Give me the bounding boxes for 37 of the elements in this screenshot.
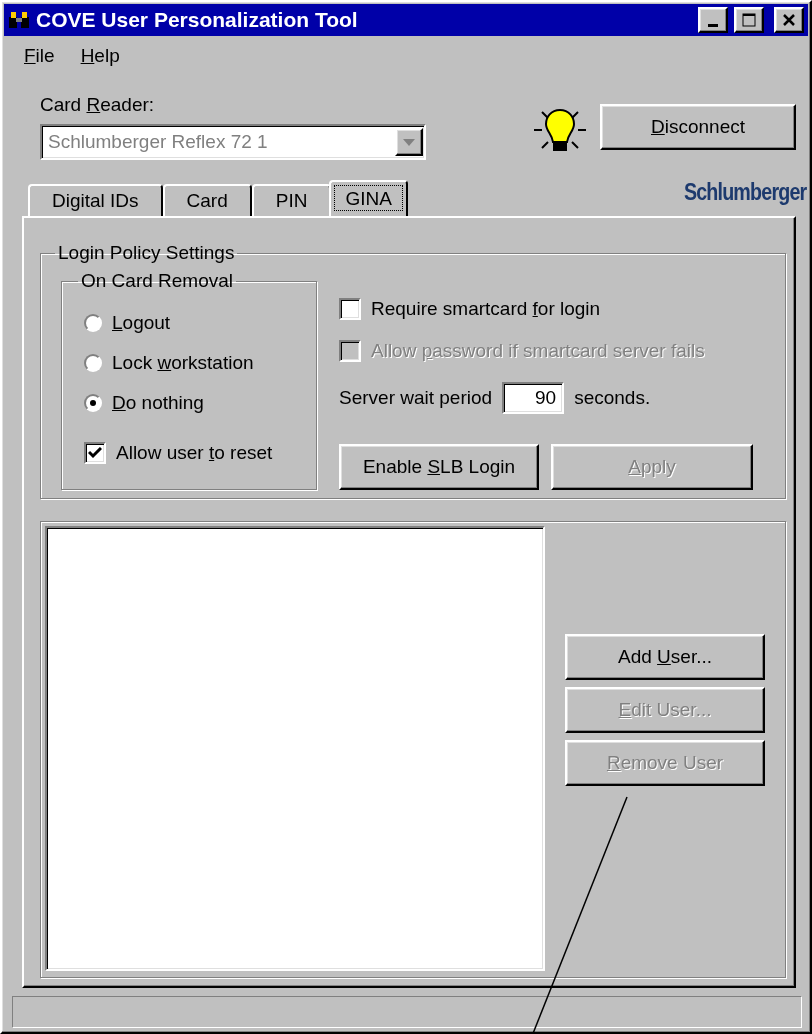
checkbox-label: Allow user to reset xyxy=(116,442,273,464)
checkbox[interactable] xyxy=(339,298,361,320)
checkbox[interactable] xyxy=(84,442,106,464)
group-title: On Card Removal xyxy=(80,270,235,292)
radio-label: Logout xyxy=(112,312,171,334)
tab[interactable]: Card xyxy=(162,184,252,216)
binoculars-icon xyxy=(8,11,30,29)
checkbox-label: Allow password if smartcard server fails xyxy=(371,340,705,362)
logo: Schlumberger xyxy=(683,178,806,206)
tab[interactable]: GINA xyxy=(329,180,408,216)
disconnect-button[interactable]: Disconnect xyxy=(600,104,796,150)
radio-label: Lock workstation xyxy=(112,352,254,374)
add-user-button[interactable]: Add User... xyxy=(565,634,765,680)
minimize-button[interactable] xyxy=(698,7,728,33)
card-reader-label: Card Reader: xyxy=(40,94,156,116)
maximize-button[interactable] xyxy=(734,7,764,33)
checkmark-icon xyxy=(88,447,102,459)
close-button[interactable] xyxy=(774,7,804,33)
enable-login-button[interactable]: Enable SLB Login xyxy=(339,444,539,490)
caret-icon xyxy=(403,138,415,146)
window-title: COVE User Personalization Tool xyxy=(36,8,359,32)
wait-period-label: Server wait period xyxy=(339,387,493,409)
radio-label: Do nothing xyxy=(112,392,204,414)
menu-item[interactable]: Help xyxy=(80,45,120,67)
menu-item[interactable]: File xyxy=(24,45,55,67)
tab[interactable]: Digital IDs xyxy=(28,184,163,216)
tab[interactable]: PIN xyxy=(251,184,332,216)
minimize-icon xyxy=(708,23,718,27)
radio-button[interactable] xyxy=(84,354,102,372)
close-icon xyxy=(782,14,796,26)
wait-period-field[interactable]: 90 xyxy=(502,382,565,414)
maximize-icon xyxy=(742,13,756,27)
radio-button[interactable] xyxy=(84,394,102,412)
radio-button[interactable] xyxy=(84,314,102,332)
group-title: Login Policy Settings xyxy=(57,242,236,264)
seconds-label: seconds. xyxy=(574,387,651,409)
checkbox-label: Require smartcard for login xyxy=(371,298,601,320)
